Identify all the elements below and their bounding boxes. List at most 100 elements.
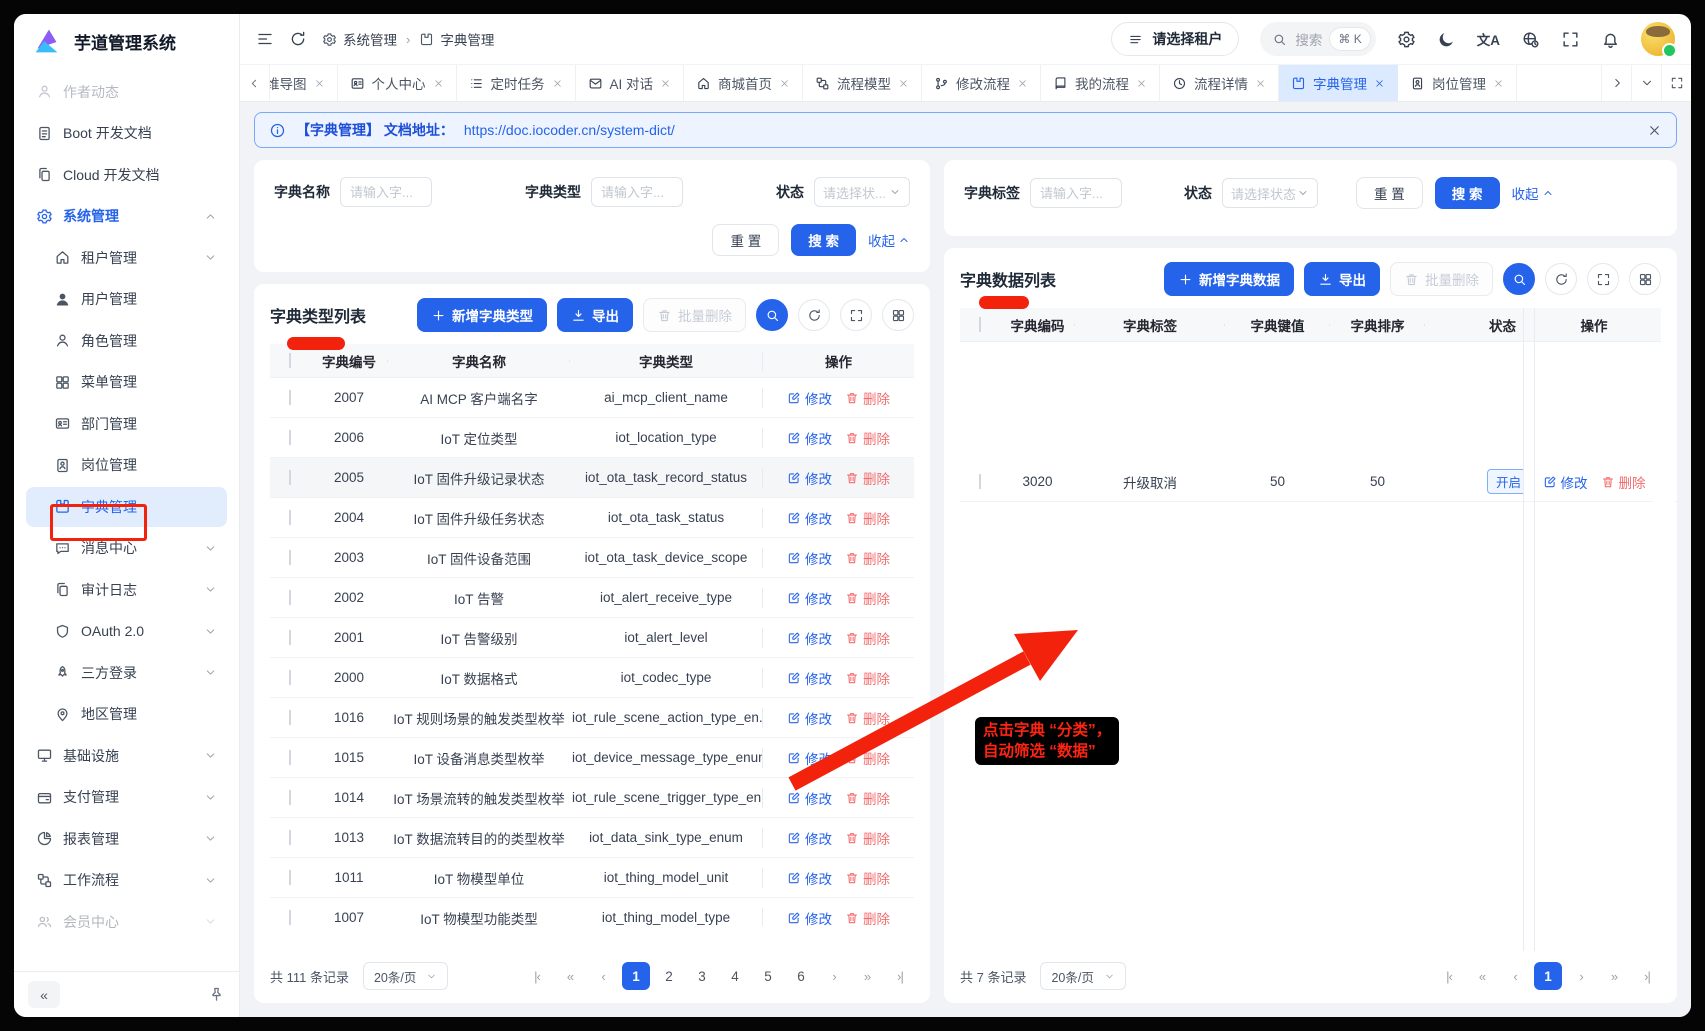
edit-row-button[interactable]: 修改 [787,748,832,768]
close-tab-icon[interactable] [552,78,563,89]
dict-type-row-2000[interactable]: 2000IoT 数据格式iot_codec_type修改删除 [270,658,914,698]
row-checkbox[interactable] [289,670,291,685]
row-checkbox[interactable] [289,430,291,445]
dict-type-row-1014[interactable]: 1014IoT 场景流转的触发类型枚举iot_rule_scene_trigge… [270,778,914,818]
row-checkbox[interactable] [289,750,291,765]
export-button[interactable]: 导出 [1304,262,1380,296]
last-page-button[interactable]: ›| [1633,962,1661,990]
dict-type-row-2007[interactable]: 2007AI MCP 客户端名字ai_mcp_client_name修改删除 [270,378,914,418]
tabs-menu-button[interactable] [1631,65,1661,101]
tabs-scroll-right[interactable] [1601,65,1631,101]
dict-type-row-2001[interactable]: 2001IoT 告警级别iot_alert_level修改删除 [270,618,914,658]
tab-ai-chat[interactable]: AI 对话 [576,65,685,101]
page-size-select[interactable]: 20条/页 [1040,962,1125,990]
next-page-button[interactable]: › [1567,962,1595,990]
dict-type-row-1013[interactable]: 1013IoT 数据流转目的的类型枚举iot_data_sink_type_en… [270,818,914,858]
edit-row-button[interactable]: 修改 [787,708,832,728]
settings-gear-icon[interactable] [1397,30,1416,49]
edit-row-button[interactable]: 修改 [787,508,832,528]
page-button-1[interactable]: 1 [622,962,650,990]
delete-row-button[interactable]: 删除 [845,468,890,488]
fullscreen-icon[interactable] [1561,30,1580,49]
close-tab-icon[interactable] [660,78,671,89]
dict-type-row-2003[interactable]: 2003IoT 固件设备范围iot_ota_task_device_scope修… [270,538,914,578]
tab-mall-home[interactable]: 商城首页 [684,65,803,101]
table-refresh-button[interactable] [798,299,830,331]
sidebar-item-oauth[interactable]: OAuth 2.0 [26,611,227,651]
menu-fold-icon[interactable] [256,30,274,48]
table-fullscreen-button[interactable] [1587,263,1619,295]
logo[interactable]: 芋道管理系统 [14,14,239,68]
edit-row-button[interactable]: 修改 [787,428,832,448]
sidebar-item-tenant[interactable]: 租户管理 [26,238,227,278]
sidebar-item-user[interactable]: 用户管理 [26,279,227,319]
dict-type-row-1016[interactable]: 1016IoT 规则场景的触发类型枚举iot_rule_scene_action… [270,698,914,738]
sidebar-item-member[interactable]: 会员中心 [26,902,227,942]
next-page-button[interactable]: › [820,962,848,990]
page-button-6[interactable]: 6 [787,962,815,990]
edit-row-button[interactable]: 修改 [787,548,832,568]
row-checkbox[interactable] [289,590,291,605]
sidebar-item-audit[interactable]: 审计日志 [26,570,227,610]
search-button[interactable]: 搜 索 [1435,177,1500,209]
edit-row-button[interactable]: 修改 [787,668,832,688]
timezone-globe-icon[interactable] [1521,30,1540,49]
filter-label-input[interactable] [1030,178,1122,208]
collapse-filters-button[interactable]: 收起 [1512,183,1554,203]
dict-type-row-2005[interactable]: 2005IoT 固件升级记录状态iot_ota_task_record_stat… [270,458,914,498]
sidebar-item-post[interactable]: 岗位管理 [26,445,227,485]
user-avatar[interactable] [1641,22,1675,56]
delete-row-button[interactable]: 删除 [845,788,890,808]
last-page-button[interactable]: ›| [886,962,914,990]
close-tab-icon[interactable] [314,78,325,89]
edit-row-button[interactable]: 修改 [787,868,832,888]
edit-row-button[interactable]: 修改 [787,828,832,848]
delete-row-button[interactable]: 删除 [845,508,890,528]
table-fullscreen-button[interactable] [840,299,872,331]
add-dict-data-button[interactable]: 新增字典数据 [1164,262,1294,296]
tab-dict[interactable]: 字典管理 [1279,65,1398,101]
close-tab-icon[interactable] [1255,78,1266,89]
delete-row-button[interactable]: 删除 [845,588,890,608]
breadcrumb-system[interactable]: 系统管理 [322,29,397,49]
page-button-1[interactable]: 1 [1534,962,1562,990]
tab-flow-detail[interactable]: 流程详情 [1160,65,1279,101]
close-tab-icon[interactable] [1493,78,1504,89]
table-search-button[interactable] [756,299,788,331]
delete-row-button[interactable]: 删除 [845,868,890,888]
edit-row-button[interactable]: 修改 [787,588,832,608]
close-tab-icon[interactable] [779,78,790,89]
sidebar-item-pay[interactable]: 支付管理 [26,777,227,817]
sidebar-item-workflow[interactable]: 工作流程 [26,860,227,900]
row-checkbox[interactable] [289,710,291,725]
prev-page-button[interactable]: ‹ [1501,962,1529,990]
dict-type-row-2004[interactable]: 2004IoT 固件升级任务状态iot_ota_task_status修改删除 [270,498,914,538]
row-checkbox[interactable] [979,474,981,489]
close-tab-icon[interactable] [1017,78,1028,89]
edit-row-button[interactable]: 修改 [787,388,832,408]
sidebar-item-role[interactable]: 角色管理 [26,321,227,361]
export-button[interactable]: 导出 [557,298,633,332]
row-checkbox[interactable] [289,470,291,485]
refresh-icon[interactable] [289,30,307,48]
delete-row-button[interactable]: 删除 [845,548,890,568]
sidebar-collapse-button[interactable]: « [28,981,60,1008]
page-size-select[interactable]: 20条/页 [363,962,448,990]
sidebar-item-infra[interactable]: 基础设施 [26,736,227,776]
page-button-5[interactable]: 5 [754,962,782,990]
tab-flow-edit[interactable]: 修改流程 [922,65,1041,101]
row-checkbox[interactable] [289,630,291,645]
delete-row-button[interactable]: 删除 [845,388,890,408]
delete-row-button[interactable]: 删除 [845,428,890,448]
tab-mindmap[interactable]: 维导图 [270,65,338,101]
sidebar-item-boot-docs[interactable]: Boot 开发文档 [26,113,227,153]
row-checkbox[interactable] [289,790,291,805]
doc-banner-link[interactable]: https://doc.iocoder.cn/system-dict/ [464,122,675,138]
row-checkbox[interactable] [289,550,291,565]
sidebar-item-dept[interactable]: 部门管理 [26,404,227,444]
delete-row-button[interactable]: 删除 [845,748,890,768]
tabs-scroll-left[interactable] [240,65,270,101]
edit-row-button[interactable]: 修改 [787,628,832,648]
first-page-button[interactable]: |‹ [1435,962,1463,990]
dict-type-row-1011[interactable]: 1011IoT 物模型单位iot_thing_model_unit修改删除 [270,858,914,898]
